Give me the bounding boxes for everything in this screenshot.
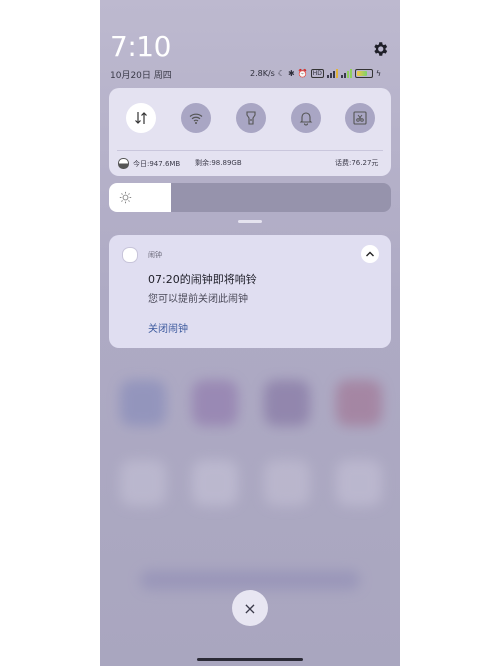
moon-icon: ☾: [277, 68, 286, 78]
hd-badge: HD: [310, 68, 324, 78]
notification-body: 您可以提前关闭此闹钟: [148, 294, 248, 305]
collapse-button[interactable]: [361, 245, 379, 263]
wifi-icon: [189, 113, 203, 124]
status-icons: 2.8K/s ☾ ✱ ⏰ HD ϟ: [250, 67, 381, 79]
charging-icon: ϟ: [375, 68, 382, 78]
flashlight-icon: [246, 111, 256, 125]
notification-title: 07:20的闹钟即将响铃: [148, 273, 257, 286]
tile-wifi[interactable]: [181, 103, 211, 133]
date-label[interactable]: 10月20日 周四: [110, 68, 172, 81]
today-data-label: 今日:947.6MB: [133, 159, 181, 168]
dismiss-alarm-button[interactable]: 关闭闹钟: [148, 320, 188, 335]
clear-notifications-button[interactable]: ×: [232, 590, 268, 626]
drag-handle[interactable]: [238, 220, 262, 223]
bell-icon: [299, 112, 313, 126]
gear-icon[interactable]: [371, 40, 389, 58]
battery-icon: [354, 68, 373, 78]
data-arrows-icon: [135, 112, 147, 124]
calls-remaining[interactable]: 话费:76.27元: [335, 158, 378, 168]
qs-divider: [117, 150, 383, 151]
clock[interactable]: 7:10: [110, 30, 171, 63]
close-icon: ×: [243, 598, 257, 618]
quick-settings-panel: 今日:947.6MB 剩余:98.89GB 话费:76.27元: [109, 88, 391, 176]
net-speed: 2.8K/s: [250, 68, 275, 78]
home-indicator[interactable]: [197, 658, 303, 661]
sun-icon: [119, 191, 132, 204]
notification-card[interactable]: 闹钟 07:20的闹钟即将响铃 您可以提前关闭此闹钟 关闭闹钟: [109, 235, 391, 348]
phone-screen: 7:10 10月20日 周四 2.8K/s ☾ ✱ ⏰ HD ϟ 今日:947.…: [100, 0, 400, 666]
alarm-app-icon: [122, 247, 138, 263]
signal-icon-2: [340, 68, 352, 78]
brightness-slider[interactable]: [109, 183, 391, 212]
screenshot-icon: [353, 111, 367, 125]
today-data-usage[interactable]: 今日:947.6MB: [118, 158, 180, 169]
notification-app-name: 闹钟: [148, 251, 162, 259]
remaining-data[interactable]: 剩余:98.89GB: [195, 158, 242, 168]
data-usage-icon: [118, 158, 129, 169]
tile-mobile-data[interactable]: [126, 103, 156, 133]
tile-screenshot[interactable]: [345, 103, 375, 133]
alarm-icon: ⏰: [297, 68, 308, 78]
tile-flashlight[interactable]: [236, 103, 266, 133]
chevron-up-icon: [366, 251, 374, 257]
bluetooth-icon: ✱: [288, 68, 295, 78]
signal-icon: [326, 68, 338, 78]
tile-sound[interactable]: [291, 103, 321, 133]
